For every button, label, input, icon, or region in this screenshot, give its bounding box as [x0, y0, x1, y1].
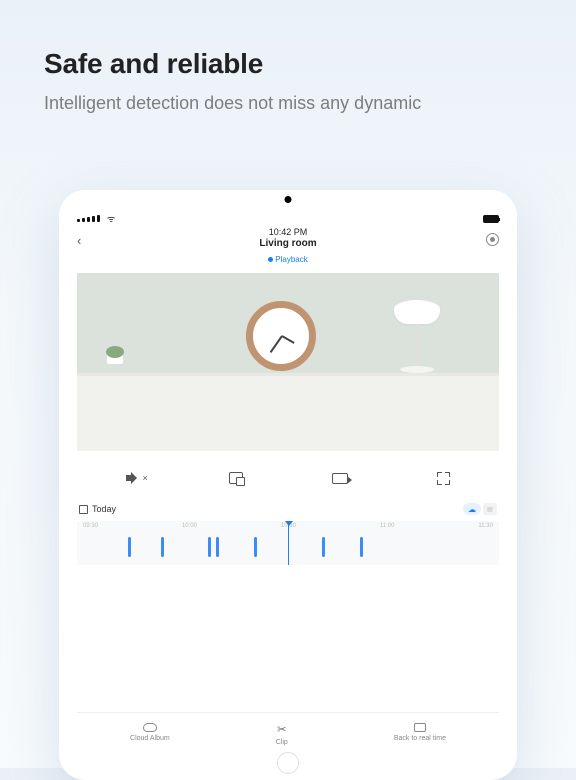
clip-button[interactable]: ✂ Clip: [276, 723, 288, 746]
status-time: 10:42 PM: [77, 227, 499, 237]
back-button[interactable]: ‹: [77, 233, 81, 248]
realtime-icon: [414, 723, 426, 732]
clock-graphic: [246, 301, 316, 371]
calendar-icon: [79, 505, 88, 514]
sd-storage-icon[interactable]: ▤: [483, 503, 497, 515]
timeline-event-mark[interactable]: [128, 537, 131, 557]
cloud-album-icon: [143, 723, 157, 732]
record-button[interactable]: [329, 469, 351, 487]
home-button[interactable]: [277, 752, 299, 774]
back-to-realtime-button[interactable]: Back to real time: [394, 723, 446, 746]
fullscreen-button[interactable]: [432, 469, 454, 487]
playback-badge: Playback: [268, 255, 307, 264]
battery-icon: [483, 215, 499, 223]
timeline-event-mark[interactable]: [322, 537, 325, 557]
signal-icon: [77, 215, 100, 222]
hero-subtitle: Intelligent detection does not miss any …: [44, 90, 532, 116]
timeline-playhead[interactable]: [288, 521, 289, 565]
mute-button[interactable]: ×: [122, 469, 144, 487]
timeline[interactable]: 09:30 10:00 10:30 11:00 11:30: [77, 521, 499, 565]
tablet-frame: ᯤ ‹ 10:42 PM Living room Playback × Toda…: [59, 190, 517, 780]
cloud-storage-icon[interactable]: ☁: [463, 503, 481, 515]
tablet-camera-dot: [285, 196, 292, 203]
timeline-event-mark[interactable]: [208, 537, 211, 557]
timeline-event-mark[interactable]: [360, 537, 363, 557]
timeline-event-mark[interactable]: [161, 537, 164, 557]
day-label: Today: [92, 504, 116, 514]
status-bar: ᯤ: [77, 212, 499, 225]
timeline-header: Today ☁ ▤: [77, 503, 499, 515]
plant-graphic: [102, 352, 128, 376]
timeline-event-mark[interactable]: [216, 537, 219, 557]
hero-title: Safe and reliable: [44, 48, 532, 80]
cloud-album-button[interactable]: Cloud Album: [130, 723, 170, 746]
settings-button[interactable]: [486, 233, 499, 246]
footer-bar: Cloud Album ✂ Clip Back to real time: [77, 712, 499, 746]
wifi-icon: ᯤ: [107, 212, 115, 225]
scissors-icon: ✂: [277, 723, 286, 736]
video-controls: ×: [77, 451, 499, 497]
lamp-graphic: [394, 300, 440, 373]
timeline-event-mark[interactable]: [254, 537, 257, 557]
storage-toggle[interactable]: ☁ ▤: [463, 503, 497, 515]
title-bar: ‹ 10:42 PM Living room Playback: [77, 227, 499, 267]
video-feed[interactable]: [77, 273, 499, 451]
hero: Safe and reliable Intelligent detection …: [0, 0, 576, 140]
room-title: Living room: [77, 238, 499, 249]
snapshot-button[interactable]: [225, 469, 247, 487]
date-picker[interactable]: Today: [79, 504, 116, 514]
